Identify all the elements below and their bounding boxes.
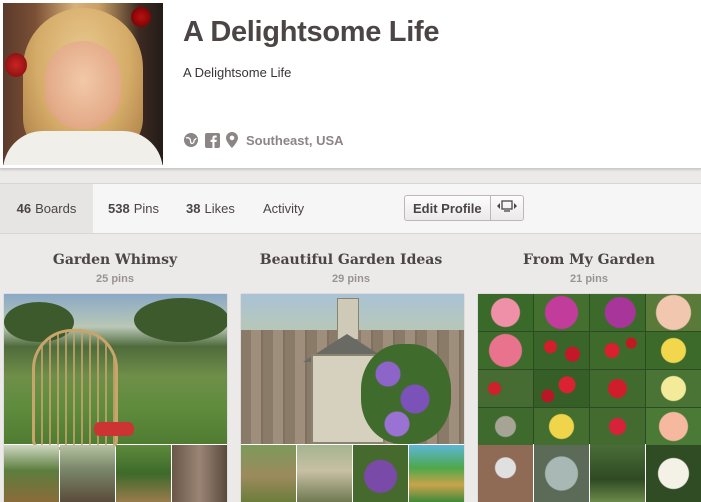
activity-label: Activity [263, 201, 305, 216]
board-title[interactable]: Beautiful Garden Ideas [236, 252, 466, 268]
profile-header: A Delightsome Life A Delightsome Life So… [0, 0, 701, 169]
profile-about: A Delightsome Life [183, 65, 292, 80]
board-title[interactable]: Garden Whimsy [0, 252, 230, 268]
pins-label: Pins [133, 201, 159, 216]
globe-icon[interactable] [183, 132, 199, 148]
board-cover-image [4, 294, 227, 450]
profile-nav: 46 Boards 538 Pins 38 Likes Activity Edi… [0, 183, 701, 234]
avatar-rose [131, 7, 151, 27]
board-cover-image [478, 294, 701, 445]
board-cover-image [241, 294, 464, 444]
board-thumbnail [116, 445, 171, 502]
edit-profile-button[interactable]: Edit Profile [405, 196, 491, 220]
likes-count: 38 [186, 201, 201, 216]
board-thumbnail [172, 445, 227, 502]
tab-boards[interactable]: 46 Boards [0, 184, 93, 233]
tab-activity[interactable]: Activity [263, 184, 304, 233]
reposition-cover-icon [496, 199, 518, 218]
board-thumbnail [478, 445, 533, 502]
boards-label: Boards [35, 201, 77, 216]
facebook-icon[interactable] [205, 132, 220, 148]
likes-label: Likes [204, 201, 235, 216]
board-thumbnail [646, 445, 701, 502]
board-card[interactable] [241, 294, 464, 502]
board-thumbnail [409, 445, 464, 502]
board-thumbnail [353, 445, 408, 502]
tab-likes[interactable]: 38 Likes [186, 184, 235, 233]
board-thumbnail [241, 445, 296, 502]
board-pin-count: 29 pins [332, 273, 370, 285]
avatar-shirt [3, 131, 163, 165]
board-thumbnail [60, 445, 115, 502]
profile-name: A Delightsome Life [183, 16, 440, 48]
board-pin-count: 21 pins [570, 273, 608, 285]
board-thumbnail [534, 445, 589, 502]
board-title[interactable]: From My Garden [474, 252, 701, 268]
board-thumbnail [4, 445, 59, 502]
map-pin-icon [226, 132, 238, 148]
board-card[interactable] [4, 294, 227, 502]
board-card[interactable] [478, 294, 701, 502]
boards-count: 46 [16, 201, 32, 216]
reposition-cover-button[interactable] [491, 196, 523, 220]
board-thumbnail [297, 445, 352, 502]
location-text: Southeast, USA [246, 132, 344, 148]
tab-pins[interactable]: 538 Pins [108, 184, 159, 233]
avatar-rose [5, 53, 27, 77]
board-thumbnail [590, 445, 645, 502]
avatar-face [45, 41, 121, 129]
board-pin-count: 25 pins [96, 273, 134, 285]
profile-avatar[interactable] [3, 3, 163, 165]
profile-meta: Southeast, USA [183, 131, 344, 149]
clematis-flowers [361, 344, 451, 444]
edit-profile-group: Edit Profile [404, 195, 524, 221]
pins-count: 538 [108, 201, 130, 216]
